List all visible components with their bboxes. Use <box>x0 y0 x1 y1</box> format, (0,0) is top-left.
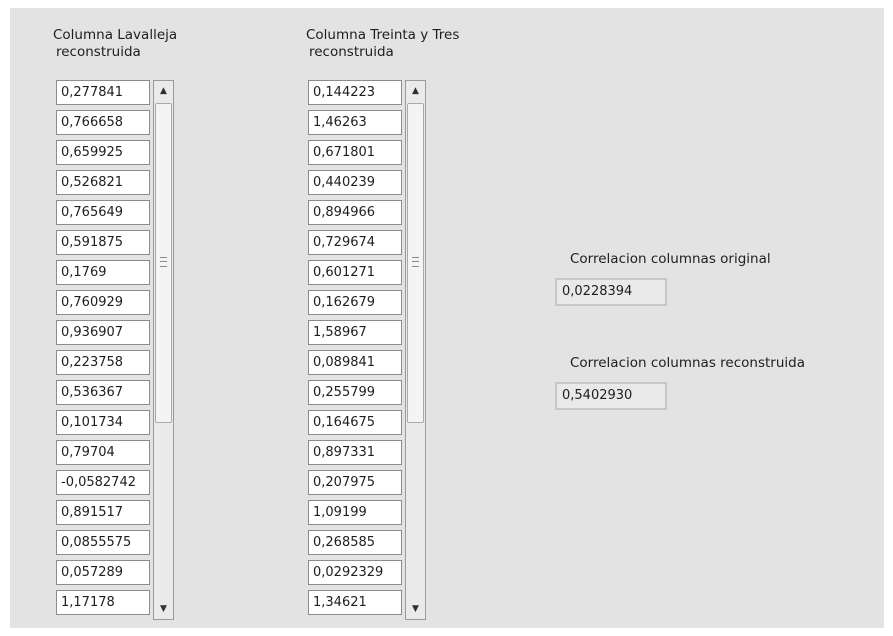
array-element[interactable]: 0,536367 <box>56 380 150 405</box>
array-element[interactable]: 0,144223 <box>308 80 402 105</box>
array-element[interactable]: 0,601271 <box>308 260 402 285</box>
array-element[interactable]: 0,0292329 <box>308 560 402 585</box>
array-element[interactable]: 0,162679 <box>308 290 402 315</box>
array-element[interactable]: 0,207975 <box>308 470 402 495</box>
scroll-grip-icon <box>160 257 167 267</box>
array-element[interactable]: 0,089841 <box>308 350 402 375</box>
array-element[interactable]: -0,0582742 <box>56 470 150 495</box>
array-element[interactable]: 0,101734 <box>56 410 150 435</box>
array-label-line1: Columna Lavalleja <box>53 27 178 43</box>
array-element[interactable]: 0,936907 <box>56 320 150 345</box>
array-element[interactable]: 0,255799 <box>308 380 402 405</box>
arrow-down-icon[interactable]: ▼ <box>154 599 173 619</box>
array-element[interactable]: 1,17178 <box>56 590 150 615</box>
array-element[interactable]: 0,591875 <box>56 230 150 255</box>
array-element[interactable]: 0,526821 <box>56 170 150 195</box>
array-label-line1: Columna Treinta y Tres <box>306 27 460 43</box>
array-element[interactable]: 0,760929 <box>56 290 150 315</box>
array-label-line2: reconstruida <box>309 44 394 60</box>
array-label-treinta-y-tres: Columna Treinta y Tres reconstruida <box>306 27 459 61</box>
correlation-reconstructed-label: Correlacion columnas reconstruida <box>570 355 805 371</box>
scroll-grip-icon <box>412 257 419 267</box>
array-element[interactable]: 0,894966 <box>308 200 402 225</box>
array-element[interactable]: 0,277841 <box>56 80 150 105</box>
arrow-up-icon[interactable]: ▲ <box>154 81 173 101</box>
array-element[interactable]: 0,729674 <box>308 230 402 255</box>
array-element[interactable]: 0,659925 <box>56 140 150 165</box>
array-element[interactable]: 0,671801 <box>308 140 402 165</box>
correlation-original-indicator: 0,0228394 <box>555 278 667 306</box>
array-element[interactable]: 1,58967 <box>308 320 402 345</box>
array-element[interactable]: 1,09199 <box>308 500 402 525</box>
array-element[interactable]: 0,79704 <box>56 440 150 465</box>
array-element[interactable]: 0,766658 <box>56 110 150 135</box>
array-element[interactable]: 0,0855575 <box>56 530 150 555</box>
array-element[interactable]: 0,1769 <box>56 260 150 285</box>
array-scrollbar[interactable]: ▲ ▼ <box>153 80 174 620</box>
array-scrollbar[interactable]: ▲ ▼ <box>405 80 426 620</box>
array-element[interactable]: 0,164675 <box>308 410 402 435</box>
array-element[interactable]: 0,897331 <box>308 440 402 465</box>
array-label-lavalleja: Columna Lavalleja reconstruida <box>53 27 177 61</box>
array-element[interactable]: 0,268585 <box>308 530 402 555</box>
array-element[interactable]: 1,46263 <box>308 110 402 135</box>
correlation-reconstructed-indicator: 0,5402930 <box>555 382 667 410</box>
array-element[interactable]: 1,34621 <box>308 590 402 615</box>
correlation-original-label: Correlacion columnas original <box>570 251 771 267</box>
scrollbar-thumb[interactable] <box>155 103 172 423</box>
array-element[interactable]: 0,057289 <box>56 560 150 585</box>
array-element[interactable]: 0,765649 <box>56 200 150 225</box>
array-element[interactable]: 0,440239 <box>308 170 402 195</box>
arrow-down-icon[interactable]: ▼ <box>406 599 425 619</box>
array-label-line2: reconstruida <box>56 44 141 60</box>
scrollbar-thumb[interactable] <box>407 103 424 423</box>
array-element[interactable]: 0,223758 <box>56 350 150 375</box>
array-element[interactable]: 0,891517 <box>56 500 150 525</box>
front-panel: Columna Lavalleja reconstruida ▲ ▼ 0,277… <box>10 8 884 628</box>
arrow-up-icon[interactable]: ▲ <box>406 81 425 101</box>
